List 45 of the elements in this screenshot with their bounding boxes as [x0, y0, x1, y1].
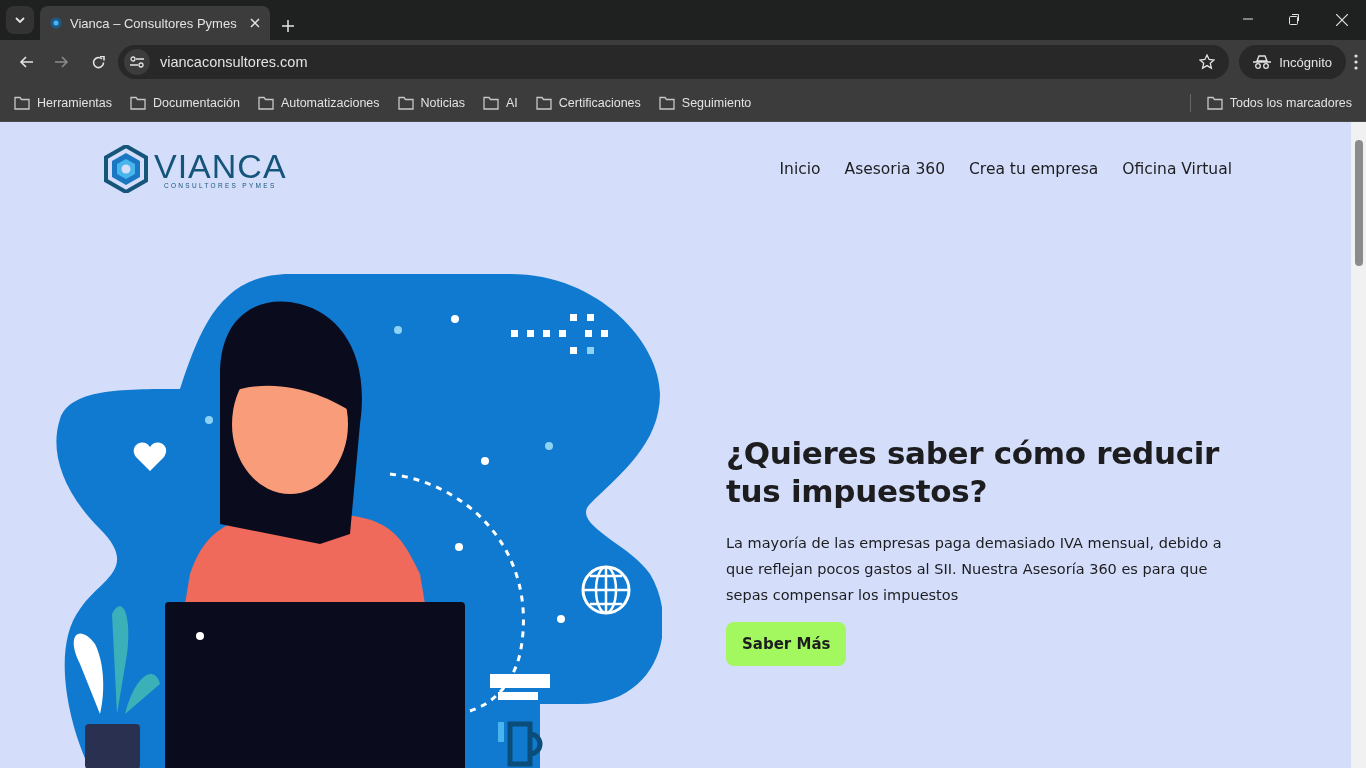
nav-link[interactable]: Asesoria 360 — [844, 160, 946, 178]
bookmark-folder[interactable]: Herramientas — [14, 95, 113, 110]
folder-icon — [397, 95, 414, 110]
incognito-icon — [1253, 55, 1272, 69]
hero-heading: ¿Quieres saber cómo reducir tus impuestos? — [726, 434, 1221, 510]
nav-link[interactable]: Crea tu empresa — [969, 160, 1099, 178]
bookmark-folder[interactable]: AI — [483, 95, 518, 110]
folder-icon — [483, 95, 500, 110]
forward-icon[interactable] — [55, 56, 69, 68]
nav-link[interactable]: Inicio — [779, 160, 821, 178]
site-settings-icon[interactable] — [130, 56, 144, 68]
saber-mas-button[interactable]: Saber Más — [726, 622, 847, 666]
bookmark-folder[interactable]: Noticias — [397, 95, 466, 110]
restore-icon[interactable] — [1289, 14, 1300, 25]
hero-description: La mayoría de las empresas paga demasiado IVA mensual, debido a que reflejan pocos gastos al SII. Nuestra Asesoría 360 es para que sepas compensar los impuestos — [726, 534, 1223, 605]
close-icon[interactable] — [250, 18, 260, 28]
hexagon-logo-icon — [104, 145, 148, 193]
tab-title: Vianca – Consultores Pymes — [70, 15, 238, 31]
bookmark-folder[interactable]: Documentación — [130, 95, 240, 110]
scrollbar-thumb[interactable] — [1355, 140, 1363, 266]
reload-icon[interactable] — [91, 55, 105, 69]
scrollbar[interactable] — [1351, 122, 1366, 768]
all-bookmarks-folder[interactable]: Todos los marcadores — [1206, 95, 1352, 110]
chevron-down-icon — [15, 17, 25, 23]
bookmark-folder[interactable]: Automatizaciones — [257, 95, 380, 110]
bookmark-folder[interactable]: Seguimiento — [658, 95, 752, 110]
browser-tab[interactable]: Vianca – Consultores Pymes — [40, 6, 270, 40]
close-icon[interactable] — [1336, 14, 1348, 26]
folder-icon — [257, 95, 274, 110]
logo-wordmark: VIANCA — [154, 149, 287, 182]
back-icon[interactable] — [19, 56, 33, 68]
address-bar[interactable]: viancaconsultores.com — [118, 45, 1230, 79]
incognito-button[interactable]: Incógnito — [1239, 45, 1346, 79]
favicon-icon — [50, 17, 62, 29]
new-tab-icon[interactable] — [282, 20, 294, 32]
folder-icon — [14, 95, 30, 110]
bookmark-folder[interactable]: Certificaciones — [535, 95, 641, 110]
nav-link[interactable]: Oficina Virtual — [1122, 160, 1232, 178]
folder-icon — [130, 95, 147, 110]
folder-icon — [535, 95, 552, 110]
menu-icon[interactable] — [1354, 54, 1358, 70]
folder-icon — [658, 95, 675, 110]
folder-icon — [1206, 95, 1223, 110]
star-icon[interactable] — [1199, 54, 1216, 70]
tab-list-button[interactable] — [6, 6, 34, 34]
